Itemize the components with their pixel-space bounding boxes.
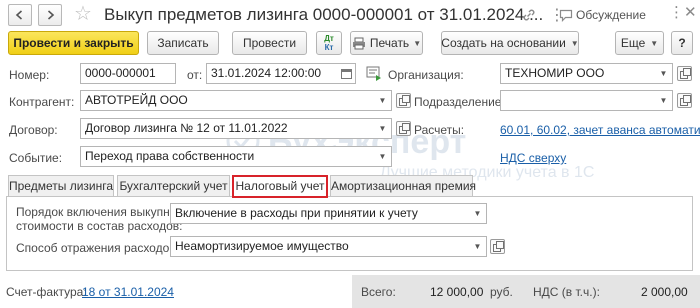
close-icon[interactable]: ✕	[684, 3, 697, 21]
contractor-field[interactable]: АВТОТРЕЙД ООО ▼	[80, 90, 392, 111]
back-button[interactable]	[8, 4, 32, 26]
organization-label: Организация:	[388, 68, 464, 82]
dt-kt-report-button[interactable]: Дт Кт	[316, 31, 342, 55]
currency-label: руб.	[490, 285, 513, 299]
chevron-down-icon: ▼	[659, 96, 668, 105]
tab-leasing-items[interactable]: Предметы лизинга	[8, 175, 114, 197]
chevron-down-icon: ▼	[378, 96, 387, 105]
post-and-close-button[interactable]: Провести и закрыть	[8, 31, 139, 55]
settlements-link[interactable]: 60.01, 60.02, зачет аванса автомати...	[500, 123, 700, 137]
contract-field[interactable]: Договор лизинга № 12 от 11.01.2022 ▼	[80, 118, 392, 139]
inclusion-field[interactable]: Включение в расходы при принятии к учету…	[170, 203, 487, 224]
calendar-button[interactable]	[338, 64, 355, 83]
printer-icon	[352, 37, 365, 49]
vat-top-link[interactable]: НДС сверху	[500, 151, 566, 165]
open-division-icon[interactable]	[677, 93, 692, 108]
open-contract-icon[interactable]	[396, 121, 411, 136]
chevron-down-icon: ▼	[473, 242, 482, 251]
vat-value: 2 000,00	[641, 285, 688, 299]
chevron-down-icon: ▼	[473, 209, 482, 218]
expense-method-label: Способ отражения расходов:	[16, 241, 179, 255]
inclusion-label-line2: стоимости в состав расходов:	[16, 219, 183, 233]
discussion-link[interactable]: Обсуждение	[576, 8, 646, 22]
chevron-down-icon: ▼	[570, 38, 579, 48]
open-contractor-icon[interactable]	[396, 93, 411, 108]
menu-dots-icon[interactable]: ⋮	[669, 3, 684, 21]
discussion-icon	[559, 9, 573, 22]
calendar-icon	[341, 69, 352, 79]
division-label-visible: Подразделение:	[414, 95, 505, 109]
event-label: Событие:	[9, 151, 63, 165]
date-label: от:	[187, 68, 203, 82]
chevron-down-icon: ▼	[659, 69, 668, 78]
dt-kt-icon-top: Дт	[324, 34, 334, 43]
forward-button[interactable]	[38, 4, 62, 26]
invoice-link[interactable]: 18 от 31.01.2024	[82, 285, 174, 299]
help-button[interactable]: ?	[671, 31, 693, 55]
save-button[interactable]: Записать	[147, 31, 219, 55]
number-value: 0000-000001	[85, 66, 156, 80]
more-button[interactable]: Еще ▼	[615, 31, 664, 55]
create-based-on-button[interactable]: Создать на основании ▼	[441, 31, 579, 55]
contractor-value: АВТОТРЕЙД ООО	[85, 93, 188, 107]
print-button-label: Печать	[369, 36, 410, 50]
chevron-down-icon: ▼	[378, 152, 387, 161]
chevron-down-icon: ▼	[413, 38, 422, 48]
contractor-label: Контрагент:	[9, 95, 75, 109]
number-label: Номер:	[9, 68, 50, 82]
inclusion-label-line1: Порядок включения выкупной	[16, 205, 184, 219]
more-button-label: Еще	[620, 36, 646, 50]
contract-dropdown[interactable]: ▼	[374, 119, 391, 138]
event-field[interactable]: Переход права собственности ▼	[80, 146, 392, 167]
contract-label: Договор:	[9, 123, 58, 137]
favorite-star-icon[interactable]: ☆	[74, 2, 92, 26]
organization-value: ТЕХНОМИР ООО	[505, 66, 605, 80]
arrow-right-icon	[47, 10, 55, 20]
organization-field[interactable]: ТЕХНОМИР ООО ▼	[500, 63, 673, 84]
contract-value: Договор лизинга № 12 от 11.01.2022	[85, 121, 288, 135]
chevron-down-icon: ▼	[650, 38, 659, 48]
print-button[interactable]: Печать ▼	[350, 31, 423, 55]
tab-depreciation-bonus[interactable]: Амортизационная премия	[330, 175, 476, 197]
tab-tax-accounting[interactable]: Налоговый учет	[232, 175, 328, 198]
total-value: 12 000,00	[430, 285, 484, 299]
contractor-dropdown[interactable]: ▼	[374, 91, 391, 110]
link-icon[interactable]	[521, 7, 537, 23]
expense-method-field[interactable]: Неамортизируемое имущество ▼	[170, 236, 487, 257]
page-title: Выкуп предметов лизинга 0000-000001 от 3…	[104, 5, 544, 24]
vat-label: НДС (в т.ч.):	[533, 285, 600, 299]
chevron-down-icon: ▼	[378, 124, 387, 133]
event-dropdown[interactable]: ▼	[374, 147, 391, 166]
create-based-on-label: Создать на основании	[441, 36, 566, 50]
inclusion-dropdown[interactable]: ▼	[469, 204, 486, 223]
date-value: 31.01.2024 12:00:00	[211, 66, 322, 80]
expense-method-dropdown[interactable]: ▼	[469, 237, 486, 256]
organization-dropdown[interactable]: ▼	[655, 64, 672, 83]
date-field[interactable]: 31.01.2024 12:00:00	[206, 63, 356, 84]
total-label: Всего:	[361, 285, 396, 299]
division-dropdown[interactable]: ▼	[655, 91, 672, 110]
tab-accounting[interactable]: Бухгалтерский учет	[117, 175, 230, 197]
event-value: Переход права собственности	[85, 149, 255, 163]
dt-kt-icon-bottom: Кт	[324, 43, 334, 52]
settlements-label: Расчеты:	[414, 123, 465, 137]
number-field[interactable]: 0000-000001	[80, 63, 176, 84]
invoice-label: Счет-фактура:	[6, 285, 87, 299]
division-field[interactable]: ▼	[500, 90, 673, 111]
open-expense-method-icon[interactable]	[490, 239, 505, 254]
expense-method-value: Неамортизируемое имущество	[175, 239, 349, 253]
inclusion-value: Включение в расходы при принятии к учету	[175, 206, 418, 220]
open-organization-icon[interactable]	[677, 66, 692, 81]
fill-icon[interactable]	[366, 66, 382, 81]
post-button[interactable]: Провести	[232, 31, 307, 55]
arrow-left-icon	[15, 10, 23, 20]
